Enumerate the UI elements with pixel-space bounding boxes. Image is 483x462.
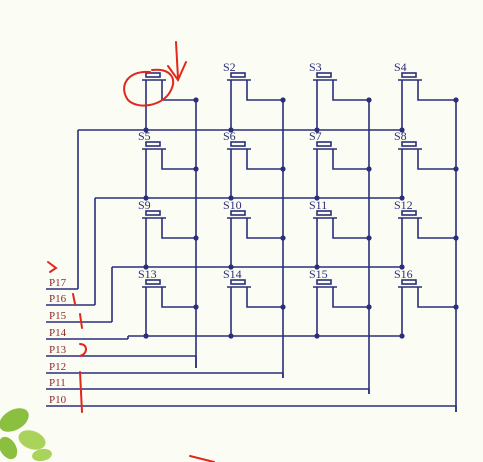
annotation-mark-bottom [189, 455, 215, 462]
switch-s9: S9 [138, 198, 196, 267]
switch-right-leg [161, 149, 196, 170]
switch-label: S13 [138, 267, 157, 281]
annotation-mark-p17 [47, 261, 58, 273]
keypad-matrix-diagram: S2 S3 S4 S5 S6 S7 S8 S9 S10 S11 S12 S13 S14 S15 S16 P1… [0, 41, 459, 462]
port-label-p11: P11 [49, 377, 66, 389]
switch-s8: S8 [394, 129, 456, 198]
switch-label: S15 [309, 267, 328, 281]
switch-s1 [142, 72, 196, 130]
switch-s4: S4 [394, 60, 456, 130]
port-label-p14: P14 [49, 327, 67, 339]
switch-right-leg [161, 287, 196, 308]
switch-s5: S5 [138, 129, 196, 198]
annotation-mark-p15 [79, 313, 83, 329]
switch-s12: S12 [394, 198, 456, 267]
port-label-p13: P13 [49, 344, 67, 356]
switch-right-leg [332, 218, 369, 239]
port-label-p12: P12 [49, 361, 66, 373]
switch-right-leg [246, 218, 283, 239]
switch-label: S4 [394, 60, 407, 74]
switch-s6: S6 [223, 129, 283, 198]
switch-right-leg [246, 287, 283, 308]
switch-right-leg [246, 149, 283, 170]
switch-label: S6 [223, 129, 236, 143]
switch-s10: S10 [223, 198, 283, 267]
switch-label: S3 [309, 60, 322, 74]
annotation-mark-p16 [72, 293, 76, 305]
switch-button-cap [145, 72, 161, 78]
annotation-mark-p13 [79, 343, 87, 357]
switch-s16: S16 [394, 267, 456, 336]
switch-label: S12 [394, 198, 413, 212]
switch-label: S10 [223, 198, 242, 212]
switch-right-leg [161, 218, 196, 239]
handwritten-annotations [47, 41, 215, 462]
switch-label: S11 [309, 198, 327, 212]
switch-label: S2 [223, 60, 236, 74]
switch-s13: S13 [138, 267, 196, 336]
switch-label: S5 [138, 129, 151, 143]
switch-right-leg [332, 287, 369, 308]
switch-s7: S7 [309, 129, 369, 198]
switch-label: S16 [394, 267, 413, 281]
switch-right-leg [332, 149, 369, 170]
background-leaves [0, 408, 52, 462]
port-label-p16: P16 [49, 293, 67, 305]
switch-right-leg [332, 80, 369, 101]
switch-s11: S11 [309, 198, 369, 267]
port-label-p15: P15 [49, 310, 67, 322]
switch-label: S8 [394, 129, 407, 143]
switch-right-leg [417, 218, 456, 239]
switch-label: S7 [309, 129, 322, 143]
switch-s3: S3 [309, 60, 369, 130]
switch-right-leg [246, 80, 283, 101]
switch-label: S9 [138, 198, 151, 212]
switch-right-leg [417, 287, 456, 308]
switch-s2: S2 [223, 60, 283, 130]
switch-s14: S14 [223, 267, 283, 336]
port-label-p10: P10 [49, 394, 67, 406]
switch-s15: S15 [309, 267, 369, 336]
switch-label: S14 [223, 267, 242, 281]
switch-right-leg [417, 149, 456, 170]
switch-right-leg [417, 80, 456, 101]
port-label-p17: P17 [49, 277, 67, 289]
